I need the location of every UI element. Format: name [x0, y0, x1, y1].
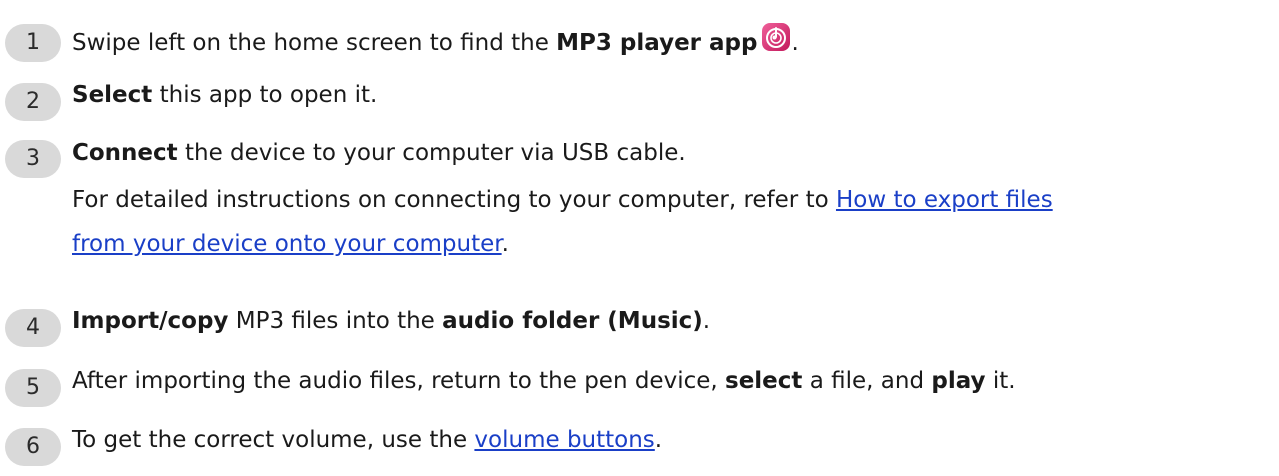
step-text: Select this app to open it. [72, 80, 1272, 110]
step-text-part: this app to open it. [152, 82, 378, 108]
export-files-link[interactable]: How to export files [836, 187, 1053, 213]
step-text: Connect the device to your computer via … [72, 138, 1272, 168]
step-bold-text: select [725, 368, 803, 394]
step-bold-text: Select [72, 82, 153, 108]
step-text-part: After importing the audio files, return … [72, 368, 725, 394]
volume-buttons-link[interactable]: volume buttons [474, 427, 654, 453]
step-text-part: . [702, 308, 711, 334]
step-bold-text: Import/copy [72, 308, 229, 334]
step-bold-text: Connect [72, 140, 178, 166]
mp3-player-app-icon [761, 22, 791, 52]
step-text-part: . [791, 30, 799, 56]
step-text-part: . [654, 427, 663, 453]
step-detail-text: For detailed instructions on connecting … [72, 185, 1053, 215]
step-number-badge: 6 [5, 428, 61, 466]
export-files-link-continued[interactable]: from your device onto your computer [72, 231, 502, 257]
step-text-part: a file, and [802, 368, 932, 394]
step-text: Swipe left on the home screen to find th… [72, 22, 1272, 58]
step-number-badge: 3 [5, 140, 61, 178]
step-text-part: For detailed instructions on connecting … [72, 187, 836, 213]
step-number-badge: 1 [5, 24, 61, 62]
step-bold-text: audio folder (Music) [442, 308, 703, 334]
step-text: To get the correct volume, use the volum… [72, 425, 1272, 455]
step-number-badge: 2 [5, 83, 61, 121]
step-detail-text-continued: from your device onto your computer. [72, 229, 509, 259]
step-text: After importing the audio files, return … [72, 366, 1272, 396]
step-text-part: . [501, 231, 509, 257]
step-number-badge: 4 [5, 309, 61, 347]
step-text-part: the device to your computer via USB cabl… [177, 140, 686, 166]
step-bold-text: MP3 player app [556, 30, 758, 56]
step-text-part: To get the correct volume, use the [72, 427, 475, 453]
step-number-badge: 5 [5, 369, 61, 407]
step-text-part: Swipe left on the home screen to find th… [72, 30, 557, 56]
step-text: Import/copy MP3 files into the audio fol… [72, 306, 1272, 336]
step-bold-text: play [931, 368, 986, 394]
step-text-part: it. [985, 368, 1016, 394]
step-text-part: MP3 files into the [228, 308, 443, 334]
